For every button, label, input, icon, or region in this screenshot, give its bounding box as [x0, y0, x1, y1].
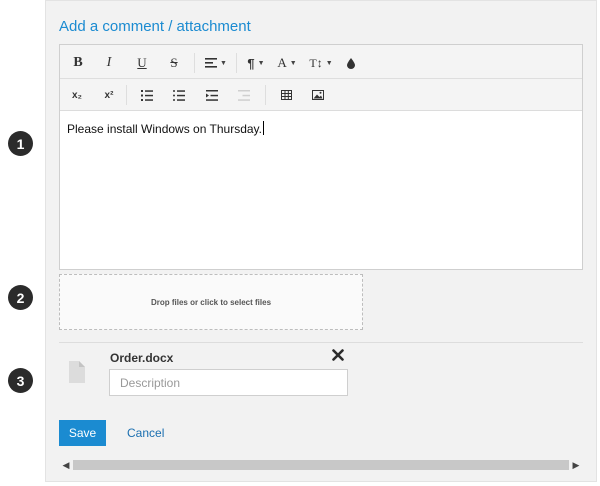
image-icon	[312, 90, 324, 100]
cancel-link[interactable]: Cancel	[127, 426, 164, 440]
scrollbar-thumb[interactable]	[73, 460, 569, 470]
document-icon	[69, 361, 85, 383]
step-badge-1: 1	[8, 131, 33, 156]
text-cursor	[262, 121, 264, 135]
italic-button[interactable]: I	[102, 53, 116, 73]
toolbar-separator	[265, 85, 266, 105]
chevron-down-icon: ▼	[325, 59, 333, 67]
paragraph-dropdown[interactable]: ¶ ▼	[244, 53, 268, 73]
step-badge-2: 2	[8, 285, 33, 310]
scroll-left-arrow-icon[interactable]: ◀	[59, 459, 73, 471]
font-size-icon: T↕	[309, 55, 323, 70]
align-icon	[205, 58, 218, 68]
outdent-icon	[238, 89, 250, 101]
paragraph-icon: ¶	[247, 55, 255, 71]
font-color-icon: A	[277, 55, 287, 70]
unordered-list-icon	[173, 89, 185, 101]
underline-button[interactable]: U	[135, 53, 149, 73]
align-dropdown[interactable]: ▼	[202, 53, 230, 73]
chevron-down-icon: ▼	[220, 59, 227, 67]
close-icon[interactable]	[332, 349, 344, 361]
save-button[interactable]: Save	[59, 420, 106, 446]
chevron-down-icon: ▼	[257, 59, 265, 67]
indent-button[interactable]	[205, 85, 219, 105]
dropzone-label: Drop files or click to select files	[150, 297, 272, 307]
indent-icon	[206, 89, 218, 101]
font-color-dropdown[interactable]: A ▼	[275, 53, 299, 73]
comment-panel: Add a comment / attachment B I U S ▼ ¶ ▼	[45, 0, 597, 482]
horizontal-scrollbar[interactable]: ◀ ▶	[59, 459, 583, 471]
subscript-button[interactable]: x₂	[68, 85, 86, 105]
toolbar-row-2: x₂ x²	[60, 79, 582, 111]
insert-table-button[interactable]	[279, 85, 293, 105]
superscript-button[interactable]: x²	[100, 85, 118, 105]
insert-image-button[interactable]	[311, 85, 325, 105]
rich-text-editor: B I U S ▼ ¶ ▼ A ▼ T↕ ▼ x₂ x² Please inst…	[59, 44, 583, 270]
description-input[interactable]	[109, 369, 348, 396]
outdent-button[interactable]	[237, 85, 251, 105]
toolbar-row-1: B I U S ▼ ¶ ▼ A ▼ T↕ ▼	[60, 47, 582, 79]
scroll-right-arrow-icon[interactable]: ▶	[569, 459, 583, 471]
editor-content[interactable]: Please install Windows on Thursday.	[67, 121, 264, 136]
section-divider	[59, 342, 583, 343]
ordered-list-button[interactable]	[140, 85, 154, 105]
comment-text: Please install Windows on Thursday.	[67, 122, 262, 136]
table-icon	[280, 90, 292, 100]
step-badge-3: 3	[8, 368, 33, 393]
highlight-button[interactable]	[344, 53, 358, 73]
panel-title: Add a comment / attachment	[59, 18, 251, 35]
toolbar-separator	[194, 53, 195, 73]
font-size-dropdown[interactable]: T↕ ▼	[307, 53, 335, 73]
file-dropzone[interactable]: Drop files or click to select files	[59, 274, 363, 330]
toolbar-separator	[236, 53, 237, 73]
ordered-list-icon	[141, 89, 153, 101]
strikethrough-button[interactable]: S	[167, 53, 181, 73]
chevron-down-icon: ▼	[289, 59, 297, 67]
toolbar-separator	[126, 85, 127, 105]
bold-button[interactable]: B	[70, 53, 86, 73]
unordered-list-button[interactable]	[172, 85, 186, 105]
editor-toolbar: B I U S ▼ ¶ ▼ A ▼ T↕ ▼ x₂ x²	[60, 45, 582, 111]
color-drop-icon	[347, 57, 355, 69]
attachment-file-name: Order.docx	[110, 351, 174, 365]
